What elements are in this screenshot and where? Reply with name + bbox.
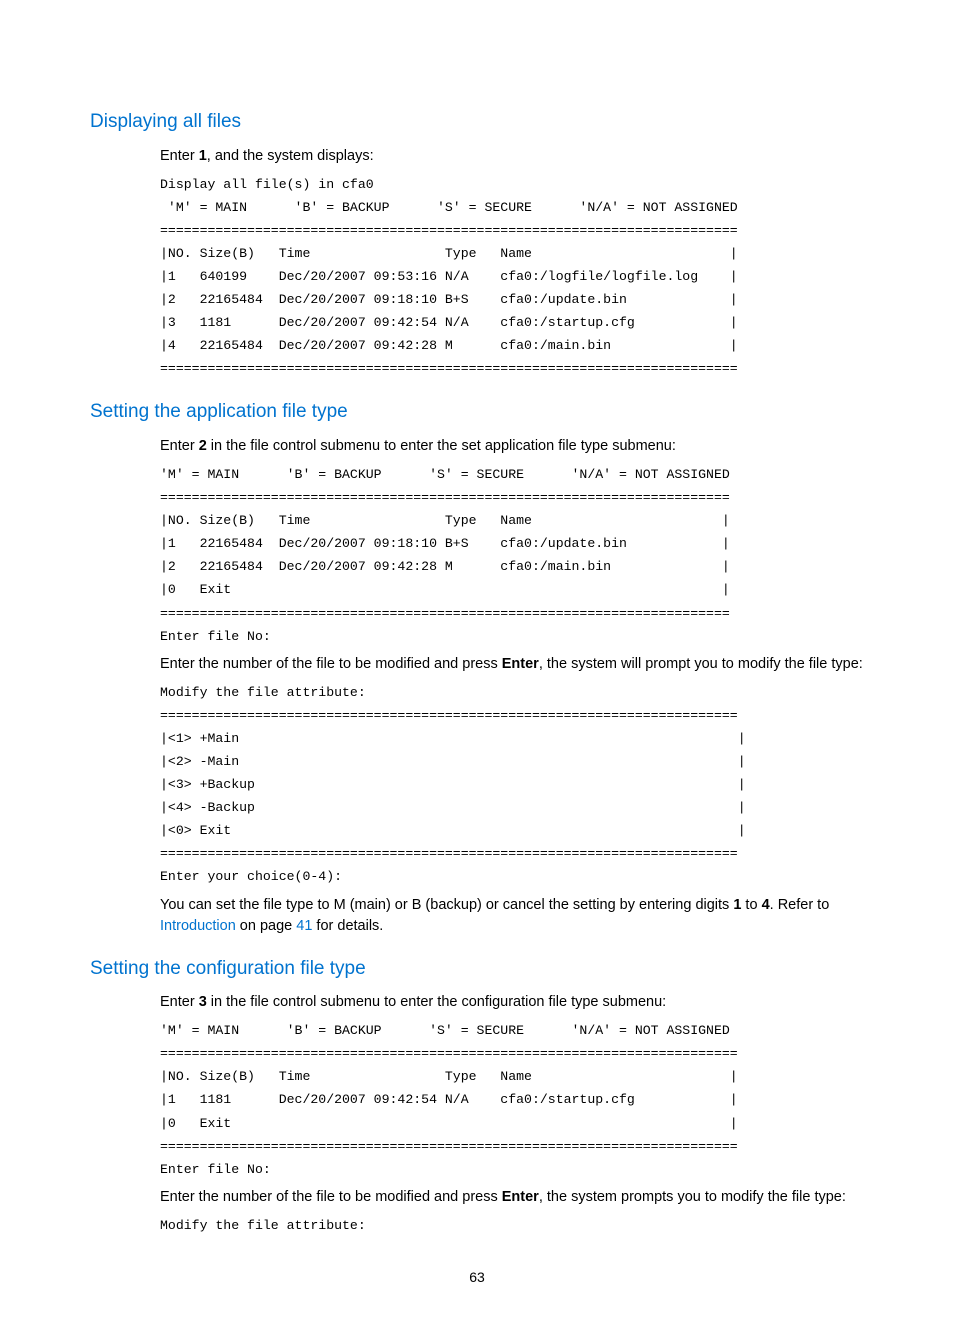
heading-setting-configuration-file-type: Setting the configuration file type	[90, 955, 864, 983]
code-block-3a: 'M' = MAIN 'B' = BACKUP 'S' = SECURE 'N/…	[160, 1019, 864, 1181]
text: in the file control submenu to enter the…	[207, 438, 676, 454]
code-block-2a: 'M' = MAIN 'B' = BACKUP 'S' = SECURE 'N/…	[160, 463, 864, 648]
text: Enter the number of the file to be modif…	[160, 656, 502, 672]
page-number: 63	[90, 1267, 864, 1287]
code-block-3b: Modify the file attribute:	[160, 1214, 864, 1237]
text: , the system will prompt you to modify t…	[539, 656, 863, 672]
section-2-body: Enter 2 in the file control submenu to e…	[160, 436, 864, 937]
text: Enter the number of the file to be modif…	[160, 1189, 502, 1205]
section-1-body: Enter 1, and the system displays: Displa…	[160, 146, 864, 381]
text-bold: 1	[199, 148, 207, 164]
section-3-body: Enter 3 in the file control submenu to e…	[160, 992, 864, 1237]
text: for details.	[312, 918, 383, 934]
link-introduction[interactable]: Introduction	[160, 918, 236, 934]
heading-setting-application-file-type: Setting the application file type	[90, 398, 864, 426]
text: Enter	[160, 438, 199, 454]
section2-para2: Enter the number of the file to be modif…	[160, 654, 864, 675]
text: to	[741, 897, 761, 913]
text-bold: 2	[199, 438, 207, 454]
text: You can set the file type to M (main) or…	[160, 897, 733, 913]
text-bold: 4	[762, 897, 770, 913]
section3-para1: Enter 3 in the file control submenu to e…	[160, 992, 864, 1013]
text: , the system prompts you to modify the f…	[539, 1189, 846, 1205]
text: . Refer to	[770, 897, 830, 913]
section2-para1: Enter 2 in the file control submenu to e…	[160, 436, 864, 457]
text-bold: Enter	[502, 656, 539, 672]
link-page-41[interactable]: 41	[296, 918, 312, 934]
text: Enter	[160, 148, 199, 164]
text-bold: 3	[199, 994, 207, 1010]
code-block-2b: Modify the file attribute: =============…	[160, 681, 864, 889]
heading-displaying-all-files: Displaying all files	[90, 108, 864, 136]
code-block-1: Display all file(s) in cfa0 'M' = MAIN '…	[160, 173, 864, 381]
text: on page	[236, 918, 296, 934]
text: Enter	[160, 994, 199, 1010]
text-bold: Enter	[502, 1189, 539, 1205]
section3-para2: Enter the number of the file to be modif…	[160, 1187, 864, 1208]
text: , and the system displays:	[207, 148, 374, 164]
text: in the file control submenu to enter the…	[207, 994, 666, 1010]
section2-para3: You can set the file type to M (main) or…	[160, 895, 864, 937]
section1-para1: Enter 1, and the system displays:	[160, 146, 864, 167]
